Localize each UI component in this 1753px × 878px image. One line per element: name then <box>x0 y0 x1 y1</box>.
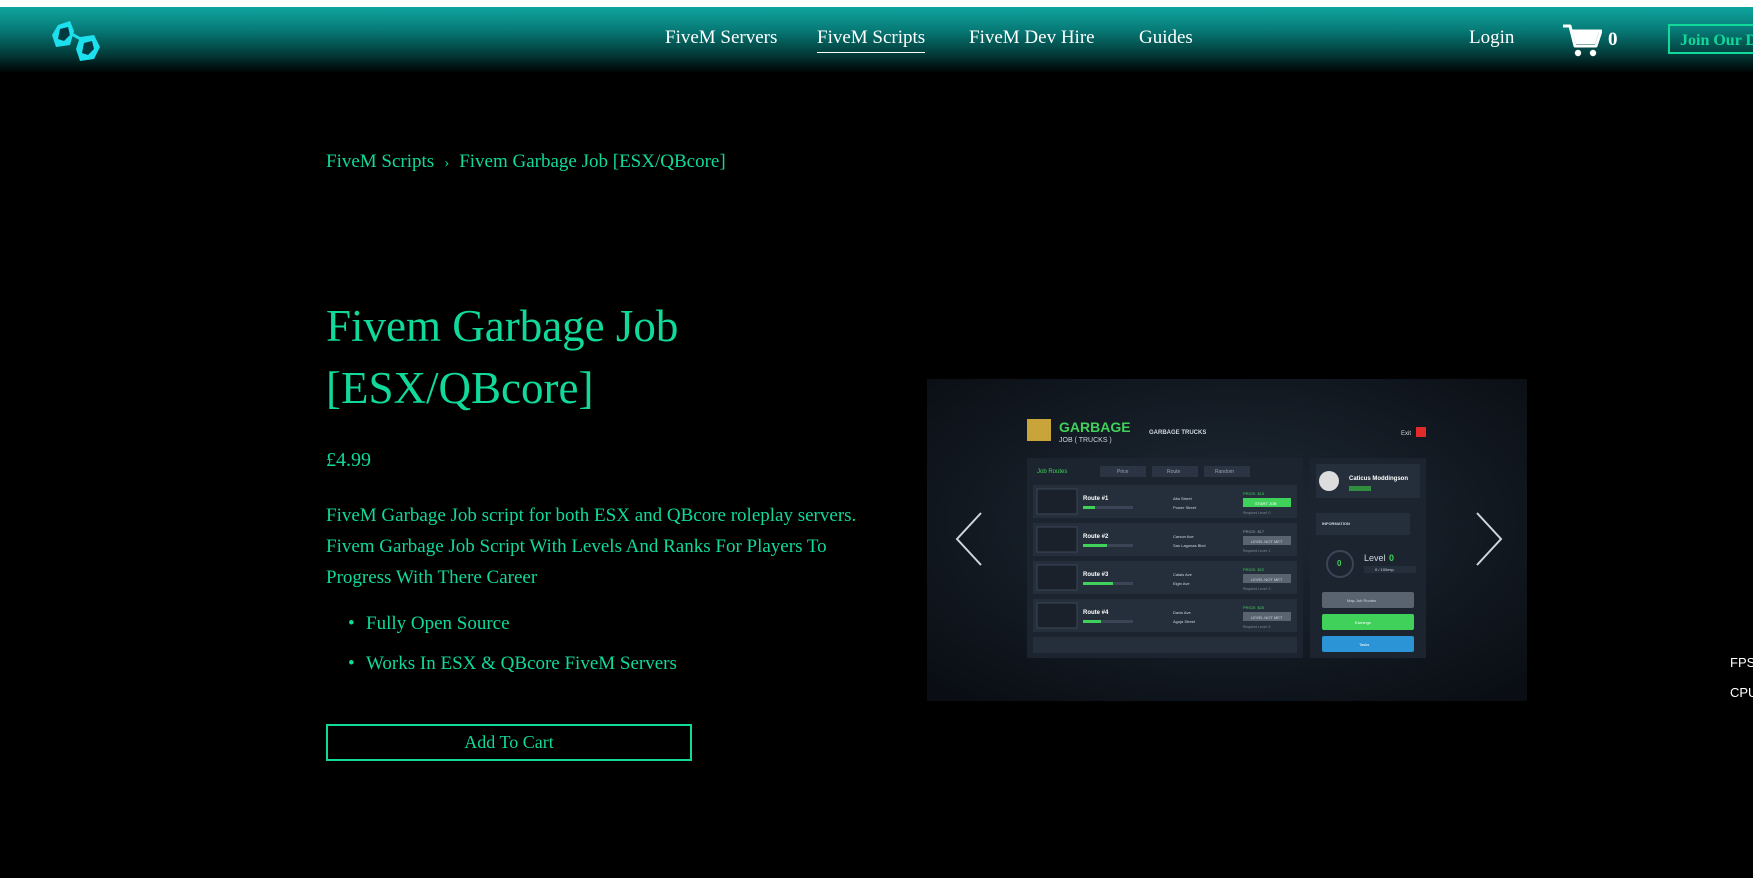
ui-player-name: Caticus Moddingson <box>1349 476 1408 482</box>
ui-route-row-partial <box>1033 637 1297 653</box>
ui-tab: Random <box>1215 469 1234 475</box>
product-screenshot: GARBAGE JOB ( TRUCKS ) GARBAGE TRUCKS Ex… <box>927 379 1527 701</box>
ui-logo-title: GARBAGE <box>1059 419 1131 435</box>
svg-text:PRICE: $22: PRICE: $22 <box>1243 567 1265 572</box>
svg-text:Map Job Routes: Map Job Routes <box>1347 598 1376 603</box>
nav-guides[interactable]: Guides <box>1139 27 1193 49</box>
top-strip <box>0 0 1753 7</box>
product-price: £4.99 <box>326 449 371 471</box>
fps-overlay-label: FPS <box>1730 655 1753 670</box>
nav-fivem-servers[interactable]: FiveM Servers <box>665 27 777 49</box>
ui-tab: Price <box>1117 469 1129 475</box>
product-gallery[interactable]: GARBAGE JOB ( TRUCKS ) GARBAGE TRUCKS Ex… <box>927 379 1527 701</box>
ui-route-row: Route #3 Calais Ave Elgin Ave PRICE: $22… <box>1033 561 1297 594</box>
breadcrumb: FiveM Scripts › Fivem Garbage Job [ESX/QBc… <box>326 151 726 173</box>
svg-text:LEVEL NOT MET: LEVEL NOT MET <box>1251 539 1283 544</box>
cart-count: 0 <box>1608 29 1618 50</box>
ui-exit-label: Exit <box>1401 431 1411 437</box>
svg-text:LEVEL NOT MET: LEVEL NOT MET <box>1251 577 1283 582</box>
ui-exit-icon <box>1416 427 1426 437</box>
svg-text:San Lagonas Blvd: San Lagonas Blvd <box>1173 543 1205 548</box>
svg-text:Route #2: Route #2 <box>1083 534 1109 540</box>
svg-text:Required Level: 1: Required Level: 1 <box>1243 549 1270 553</box>
nav-fivem-dev-hire[interactable]: FiveM Dev Hire <box>969 27 1095 49</box>
svg-text:Tasks: Tasks <box>1359 642 1369 647</box>
ui-route-row: Route #1 Alta Street Power Street PRICE:… <box>1033 485 1297 518</box>
ui-tab: Route <box>1167 469 1181 475</box>
svg-text:PRICE: $17: PRICE: $17 <box>1243 529 1265 534</box>
svg-text:PRICE: $15: PRICE: $15 <box>1243 491 1265 496</box>
ui-level-value: 0 <box>1389 553 1394 563</box>
breadcrumb-current[interactable]: Fivem Garbage Job [ESX/QBcore] <box>459 151 725 172</box>
svg-text:START JOB: START JOB <box>1255 501 1277 506</box>
svg-text:Route #4: Route #4 <box>1083 610 1109 616</box>
feature-list: Fully Open Source Works In ESX & QBcore … <box>326 613 677 693</box>
product-title: Fivem Garbage Job [ESX/QBcore] <box>326 301 679 413</box>
product-description: FiveM Garbage Job script for both ESX an… <box>326 505 857 588</box>
svg-text:Earnings: Earnings <box>1355 620 1371 625</box>
ui-route-row: Route #4 Davis Ave Aguja Street PRICE: $… <box>1033 599 1297 632</box>
ui-level-label: Level <box>1364 553 1386 563</box>
svg-text:Aguja Street: Aguja Street <box>1173 619 1196 624</box>
svg-text:Elgin Ave: Elgin Ave <box>1173 581 1190 586</box>
svg-text:Route #1: Route #1 <box>1083 496 1109 502</box>
join-discord-button[interactable]: Join Our Di <box>1668 24 1753 54</box>
svg-text:Required Level: 5: Required Level: 5 <box>1243 625 1270 629</box>
svg-text:Required Level: 3: Required Level: 3 <box>1243 587 1270 591</box>
login-link[interactable]: Login <box>1469 27 1514 49</box>
ui-level-ring-value: 0 <box>1337 559 1342 568</box>
ui-section-title: GARBAGE TRUCKS <box>1149 430 1206 436</box>
svg-text:LEVEL NOT MET: LEVEL NOT MET <box>1251 615 1283 620</box>
truck-icon <box>1027 419 1051 441</box>
svg-text:Carson Ave: Carson Ave <box>1173 534 1194 539</box>
site-logo[interactable] <box>48 19 104 65</box>
ui-tab: Job Routes <box>1037 469 1067 475</box>
nav-fivem-scripts[interactable]: FiveM Scripts <box>817 27 926 53</box>
ui-logo-sub: JOB ( TRUCKS ) <box>1059 437 1112 444</box>
navbar: FiveM Servers FiveM Scripts FiveM Dev Hi… <box>0 7 1753 73</box>
gallery-prev-arrow[interactable] <box>951 509 991 569</box>
cart-icon[interactable] <box>1562 23 1602 59</box>
add-to-cart-button[interactable]: Add To Cart <box>326 724 692 761</box>
svg-text:Alta Street: Alta Street <box>1173 496 1193 501</box>
ui-player-badge <box>1349 486 1371 491</box>
feature-item: Works In ESX & QBcore FiveM Servers <box>326 653 677 693</box>
svg-text:Davis Ave: Davis Ave <box>1173 610 1191 615</box>
breadcrumb-parent[interactable]: FiveM Scripts <box>326 151 434 172</box>
ui-info-label: INFORMATION <box>1322 521 1350 526</box>
ui-route-row: Route #2 Carson Ave San Lagonas Blvd PRI… <box>1033 523 1297 556</box>
cpu-overlay-label: CPU <box>1730 685 1753 700</box>
gallery-next-arrow[interactable] <box>1467 509 1507 569</box>
svg-text:PRICE: $25: PRICE: $25 <box>1243 605 1265 610</box>
svg-text:Power Street: Power Street <box>1173 505 1197 510</box>
ui-avatar <box>1319 471 1339 491</box>
svg-text:Required Level: 0: Required Level: 0 <box>1243 511 1270 515</box>
breadcrumb-separator: › <box>444 155 450 171</box>
ui-xp-text: 0 / 100exp <box>1375 567 1394 572</box>
feature-item: Fully Open Source <box>326 613 677 653</box>
svg-text:Calais Ave: Calais Ave <box>1173 572 1193 577</box>
svg-text:Route #3: Route #3 <box>1083 572 1109 578</box>
